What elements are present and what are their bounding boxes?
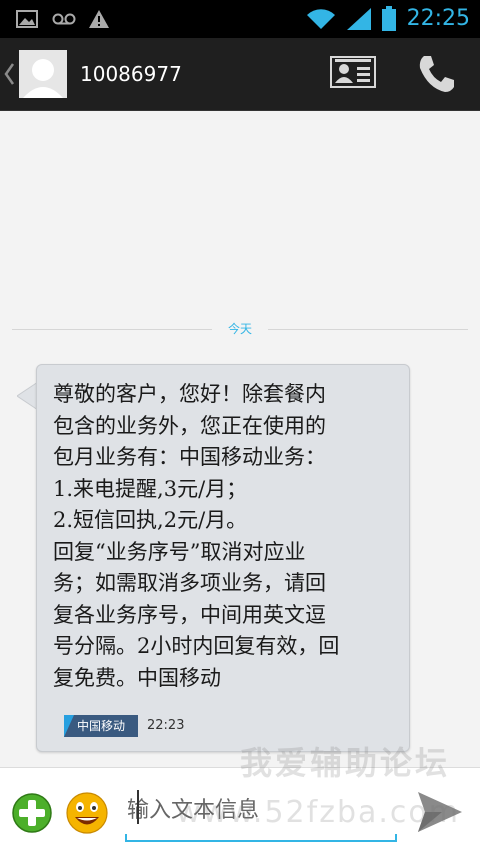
signal-icon [346, 0, 372, 38]
emoji-icon[interactable] [66, 792, 108, 834]
contact-card-icon[interactable] [330, 56, 378, 92]
contact-number[interactable]: 10086977 [80, 38, 182, 110]
watermark-title: 我爱辅助论坛 [239, 744, 450, 782]
watermark-url: www.52fzba.com [176, 795, 460, 830]
add-attachment-icon[interactable] [12, 793, 52, 833]
avatar-icon[interactable] [19, 50, 67, 98]
text-cursor [137, 790, 139, 824]
wifi-icon [306, 0, 336, 38]
voicemail-icon [52, 0, 76, 38]
input-underline [125, 834, 397, 842]
date-separator: 今天 [12, 317, 468, 347]
conversation-header: 10086977 [0, 38, 480, 111]
message-bubble[interactable]: 尊敬的客户，您好！除套餐内 包含的业务外，您正在使用的 包月业务有：中国移动业务… [36, 364, 410, 752]
status-bar: 22:25 [0, 0, 480, 38]
phone-icon[interactable] [414, 52, 462, 96]
back-caret-icon[interactable] [3, 62, 15, 90]
message-text: 尊敬的客户，您好！除套餐内 包含的业务外，您正在使用的 包月业务有：中国移动业务… [53, 382, 340, 690]
sender-badge: 中国移动 [64, 715, 138, 737]
message-list[interactable]: 今天 尊敬的客户，您好！除套餐内 包含的业务外，您正在使用的 包月业务有：中国移… [0, 111, 480, 766]
image-notification-icon [16, 0, 38, 38]
divider [268, 329, 468, 330]
warning-icon [88, 0, 110, 38]
battery-icon [381, 0, 397, 38]
status-time: 22:25 [406, 6, 470, 31]
message-timestamp: 22:23 [147, 718, 185, 733]
